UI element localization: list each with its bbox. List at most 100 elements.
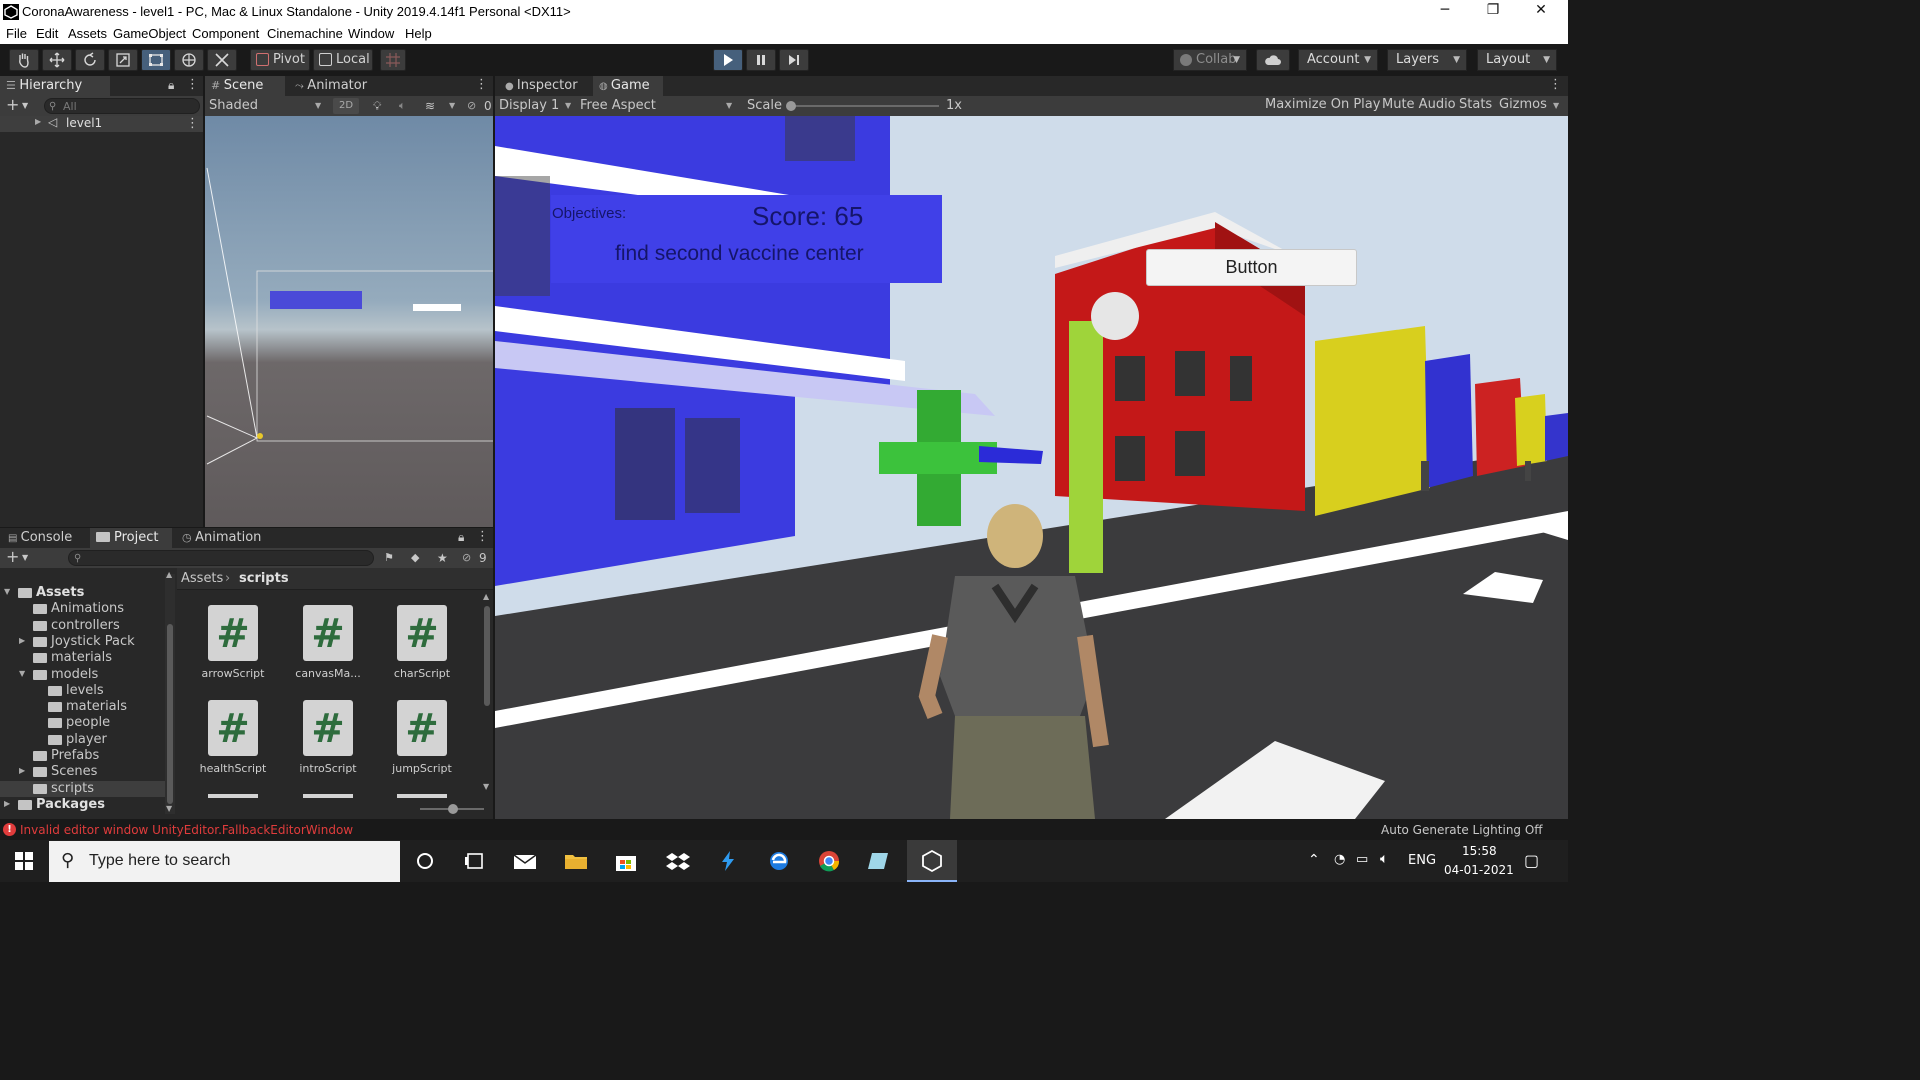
display-dropdown[interactable]: Display 1 ▼ [499,96,573,116]
battery-icon[interactable]: ▭ [1356,852,1368,867]
mute-audio-toggle[interactable]: Mute Audio [1382,95,1456,115]
tab-project[interactable]: Project [90,528,172,548]
label-icon[interactable]: ◆ [411,548,419,568]
tab-hierarchy[interactable]: ☰ Hierarchy [0,76,110,96]
tab-game[interactable]: ◍ Game [593,76,663,96]
menu-gameobject[interactable]: GameObject [113,26,186,41]
maximize-on-play-toggle[interactable]: Maximize On Play [1265,95,1380,115]
csharp-script-icon[interactable]: # [208,605,258,661]
app-button[interactable] [866,849,892,873]
store-button[interactable] [613,849,639,873]
breadcrumb-assets[interactable]: Assets [181,571,223,586]
collab-dropdown[interactable]: Collab ▼ [1173,49,1247,71]
tree-item[interactable]: ▶ Scenes [0,764,165,780]
cortana-button[interactable] [412,849,438,873]
tree-item[interactable]: Animations [0,601,165,617]
tab-scene[interactable]: # Scene [205,76,285,96]
pause-button[interactable] [746,49,776,71]
breadcrumb-scripts[interactable]: scripts [239,571,289,586]
icon-size-slider[interactable] [420,804,484,814]
filter-type-icon[interactable]: ⚑ [384,548,394,568]
chevron-down-icon[interactable]: ▼ [22,96,28,116]
kebab-menu-icon[interactable]: ⋮ [475,77,488,92]
csharp-script-icon[interactable] [397,794,447,798]
language-indicator[interactable]: ENG [1408,853,1436,868]
file-label[interactable]: jumpScript [374,762,470,775]
menu-window[interactable]: Window [348,26,394,41]
maximize-button[interactable]: ❐ [1470,2,1516,22]
menu-file[interactable]: File [6,26,27,41]
local-toggle[interactable]: Local [313,49,373,71]
csharp-script-icon[interactable]: # [303,605,353,661]
star-icon[interactable]: ★ [437,548,448,568]
chevron-right-icon[interactable]: ▶ [35,117,41,126]
list-item[interactable]: ▶ ◁ level1 ⋮ [0,115,203,132]
tree-item[interactable]: player [0,732,165,748]
chevron-down-icon[interactable]: ▼ [166,804,172,813]
csharp-script-icon[interactable]: # [397,700,447,756]
chevron-down-icon[interactable]: ▼ [4,587,10,596]
stats-toggle[interactable]: Stats [1459,95,1492,115]
mail-button[interactable] [512,849,538,873]
2d-toggle[interactable]: 2D [333,98,359,114]
chevron-down-icon[interactable]: ▼ [449,96,455,116]
grid-scrollbar[interactable]: ▲ ▼ [482,592,492,791]
pivot-toggle[interactable]: Pivot [250,49,310,71]
hidden-packages-icon[interactable]: ⊘ [462,548,471,568]
aspect-dropdown[interactable]: Free Aspect ▼ [580,96,736,116]
clock-date[interactable]: 04-01-2021 [1444,863,1514,877]
file-label[interactable]: arrowScript [185,667,281,680]
tree-item[interactable]: controllers [0,618,165,634]
tree-item[interactable]: ▶ Packages [0,797,165,813]
tree-item[interactable]: scripts [0,780,165,797]
chevron-down-icon[interactable]: ▼ [1553,96,1559,116]
tab-console[interactable]: ▤ Console [2,528,86,548]
scene-viewport[interactable] [205,116,493,527]
layout-dropdown[interactable]: Layout ▼ [1477,49,1557,71]
csharp-script-icon[interactable]: # [303,700,353,756]
kebab-menu-icon[interactable]: ⋮ [476,529,489,544]
menu-assets[interactable]: Assets [68,26,107,41]
tab-inspector[interactable]: ● Inspector [499,76,589,96]
lock-icon[interactable]: 🔒︎ [168,78,174,93]
csharp-script-icon[interactable] [208,794,258,798]
chevron-down-icon[interactable]: ▼ [19,669,25,678]
tab-animation[interactable]: ◷ Animation [176,528,276,548]
kebab-menu-icon[interactable]: ⋮ [1549,77,1562,92]
grid-snap-button[interactable] [380,49,406,71]
csharp-script-icon[interactable]: # [208,700,258,756]
tree-item[interactable]: ▼ models [0,667,165,683]
wifi-icon[interactable]: ◔ [1334,852,1345,867]
audio-icon[interactable]: 🔈︎ [399,96,406,116]
dropbox-button[interactable] [665,849,691,873]
layers-dropdown[interactable]: Layers ▼ [1387,49,1467,71]
taskbar-search-box[interactable]: ⚲ Type here to search [49,841,400,882]
kebab-menu-icon[interactable]: ⋮ [186,116,199,131]
file-label[interactable]: charScript [374,667,470,680]
chrome-button[interactable] [816,849,842,873]
file-explorer-button[interactable] [563,849,589,873]
gizmos-dropdown[interactable]: Gizmos [1499,95,1547,115]
step-button[interactable] [779,49,809,71]
scale-slider-thumb[interactable] [786,101,796,111]
kebab-menu-icon[interactable]: ⋮ [186,77,199,92]
hidden-objects-icon[interactable]: ⊘ [467,96,476,116]
menu-edit[interactable]: Edit [36,26,58,41]
game-viewport[interactable]: Objectives: Score: 65 find second vaccin… [495,116,1568,819]
shading-dropdown[interactable]: Shaded ▼ [205,96,327,116]
effects-icon[interactable]: ≋ [425,96,435,116]
lightbulb-icon[interactable]: 💡︎ [373,96,381,116]
cloud-button[interactable] [1256,49,1290,71]
tree-item[interactable]: materials [0,650,165,666]
move-tool-button[interactable] [42,49,72,71]
start-button[interactable] [0,840,48,882]
custom-tool-button[interactable] [207,49,237,71]
tree-item[interactable]: people [0,715,165,731]
close-button[interactable]: ✕ [1518,2,1564,22]
tree-scrollbar-thumb[interactable] [167,624,173,804]
transform-tool-button[interactable] [174,49,204,71]
chevron-right-icon[interactable]: ▶ [19,766,25,775]
grid-scrollbar-thumb[interactable] [484,606,490,706]
menu-component[interactable]: Component [192,26,259,41]
tab-animator[interactable]: ⤳ Animator [289,76,379,96]
